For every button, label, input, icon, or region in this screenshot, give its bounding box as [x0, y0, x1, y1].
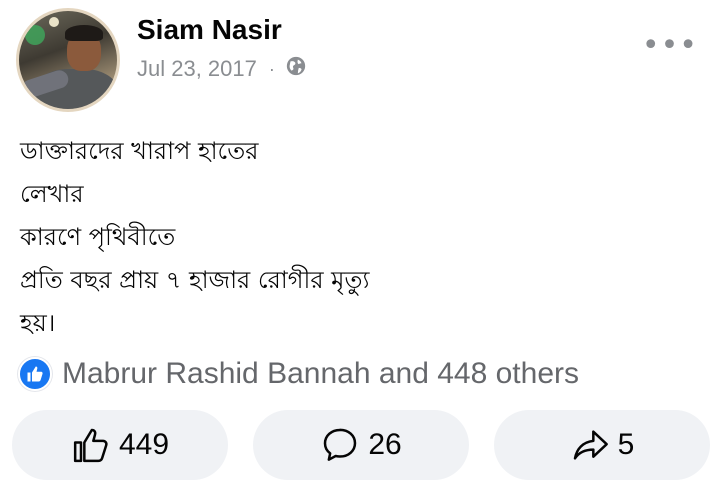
like-reaction-icon [18, 357, 52, 391]
globe-icon[interactable] [285, 55, 307, 83]
post-meta: Jul 23, 2017 · [137, 55, 307, 83]
more-options-button[interactable]: ••• [642, 31, 698, 61]
share-button[interactable]: 5 [494, 410, 710, 480]
post-body: ডাক্তারদের খারাপ হাতের লেখার কারণে পৃথিব… [20, 130, 700, 345]
author-avatar[interactable] [16, 8, 120, 112]
comment-icon [324, 428, 357, 461]
share-count: 5 [617, 428, 635, 461]
like-count: 449 [118, 428, 170, 461]
reactions-text[interactable]: Mabrur Rashid Bannah and 448 others [62, 357, 579, 391]
post-text-line: লেখার [20, 180, 84, 208]
thumbs-up-icon [73, 428, 108, 463]
post-date[interactable]: Jul 23, 2017 [137, 56, 257, 82]
reactions-summary[interactable]: Mabrur Rashid Bannah and 448 others [18, 357, 579, 391]
comment-button[interactable]: 26 [253, 410, 469, 480]
post-text-line: ডাক্তারদের খারাপ হাতের [20, 137, 259, 165]
author-name[interactable]: Siam Nasir [137, 14, 282, 46]
comment-count: 26 [368, 428, 402, 461]
post-text-line: প্রতি বছর প্রায় ৭ হাজার রোগীর মৃত্যু [20, 266, 370, 294]
action-bar: 449 26 5 [12, 410, 710, 480]
post-text-line: কারণে পৃথিবীতে [20, 223, 176, 251]
facebook-post: Siam Nasir Jul 23, 2017 · ••• ডাক্তারদের… [0, 0, 720, 499]
share-arrow-icon [573, 430, 608, 460]
post-text-line: হয়। [20, 309, 56, 337]
meta-separator: · [268, 58, 275, 79]
like-button[interactable]: 449 [12, 410, 228, 480]
